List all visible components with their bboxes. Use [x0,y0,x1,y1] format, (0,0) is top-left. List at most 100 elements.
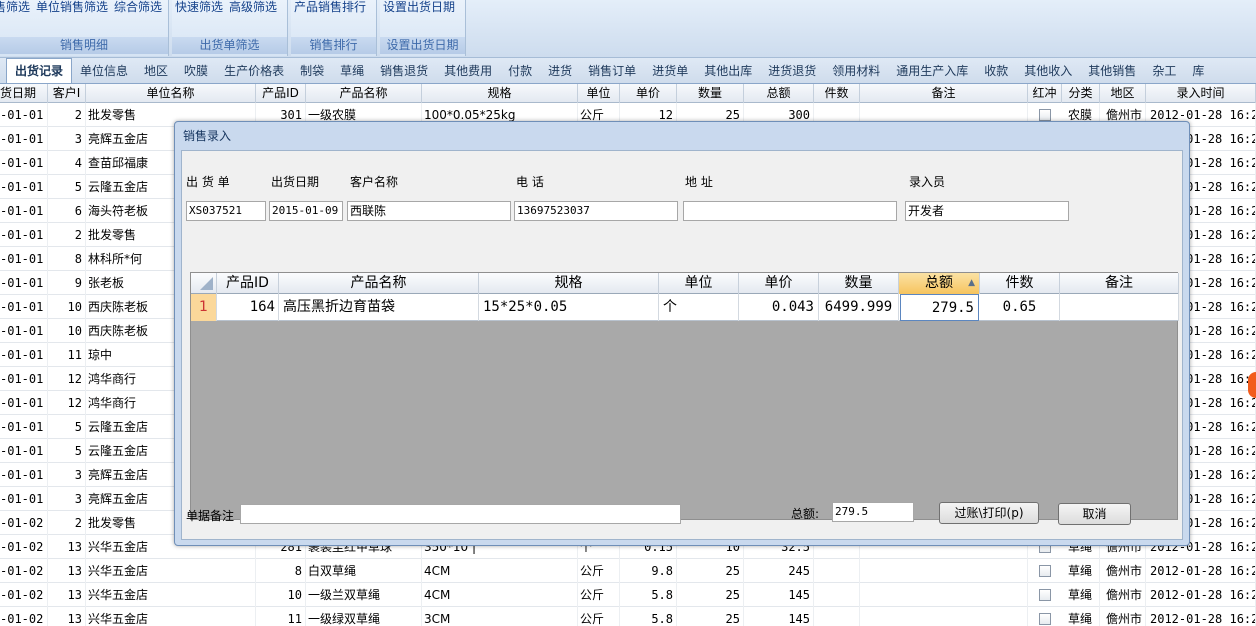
cancel-button[interactable]: 取消 [1058,503,1131,525]
post-print-button[interactable]: 过账\打印(p) [939,502,1039,524]
col-note[interactable]: 备注 [860,84,1028,103]
select-all-corner[interactable] [191,273,217,294]
col-pieces[interactable]: 件数 [814,84,860,103]
li-col-note[interactable]: 备注 [1060,273,1179,294]
li-col-price[interactable]: 单价 [739,273,819,294]
col-spec[interactable]: 规格 [422,84,578,103]
cell-name: 兴华五金店 [86,559,256,583]
label-memo: 单据备注 [186,509,235,523]
li-col-product-id[interactable]: 产品ID [217,273,279,294]
cell-cid: 10 [48,319,86,343]
li-qty[interactable]: 6499.999 [819,294,899,321]
li-col-product-name[interactable]: 产品名称 [279,273,479,294]
reversal-checkbox[interactable] [1039,613,1051,625]
tab-unit-info[interactable]: 单位信息 [72,59,136,83]
label-total: 总额: [791,507,820,521]
cell-date: -01-01 [0,487,48,511]
li-col-unit[interactable]: 单位 [659,273,739,294]
total-field[interactable]: 279.5 [832,502,914,522]
label-ship-date: 出货日期 [271,175,320,189]
tab-other-fees[interactable]: 其他费用 [436,59,500,83]
li-note[interactable] [1060,294,1179,321]
col-product-id[interactable]: 产品ID [256,84,306,103]
tab-warehouse[interactable]: 库 [1184,59,1212,83]
ribbon-button-sales-filter[interactable]: 售筛选 [0,0,30,14]
cell-date: -01-01 [0,319,48,343]
memo-field[interactable] [240,504,681,524]
table-row[interactable]: -01-02 13 兴华五金店 10 一级兰双草绳 4CM 公斤 5.8 25 145 草绳 儋州市 2… [0,583,1256,607]
tab-film-blowing[interactable]: 吹膜 [176,59,216,83]
ribbon-button-advanced-filter[interactable]: 高级筛选 [229,0,277,14]
tab-purchase-order[interactable]: 进货单 [644,59,696,83]
reversal-checkbox[interactable] [1039,109,1051,121]
operator-field[interactable]: 开发者 [905,201,1069,221]
line-item-row[interactable]: 1 164 高压黑折边育苗袋 15*25*0.05 个 0.043 6499.9… [191,294,1179,321]
label-operator: 录入员 [909,175,946,189]
ribbon-button-unit-sales-filter[interactable]: 单位销售筛选 [36,0,108,14]
col-unit-name[interactable]: 单位名称 [86,84,256,103]
li-col-total[interactable]: 总额 ▲ [899,273,980,294]
tab-other-sales[interactable]: 其他销售 [1080,59,1144,83]
ribbon-button-product-ranking[interactable]: 产品销售排行 [294,0,366,14]
col-qty[interactable]: 数量 [677,84,744,103]
cell-pid: 8 [256,559,306,583]
ribbon-button-set-date[interactable]: 设置出货日期 [383,0,455,14]
li-col-spec[interactable]: 规格 [479,273,659,294]
li-product-id[interactable]: 164 [217,294,279,321]
cell-cid: 2 [48,511,86,535]
table-row[interactable]: -01-02 13 兴华五金店 8 白双草绳 4CM 公斤 9.8 25 245 草绳 儋州市 2012… [0,559,1256,583]
col-category[interactable]: 分类 [1062,84,1100,103]
li-product-name[interactable]: 高压黑折边育苗袋 [279,294,479,321]
tab-receipts[interactable]: 收款 [976,59,1016,83]
ribbon-button-combined-filter[interactable]: 综合筛选 [114,0,162,14]
li-spec[interactable]: 15*25*0.05 [479,294,659,321]
reversal-checkbox[interactable] [1039,589,1051,601]
tab-sales-order[interactable]: 销售订单 [580,59,644,83]
col-date[interactable]: 货日期 [0,84,48,103]
tab-shipment-records[interactable]: 出货记录 [6,58,73,83]
li-col-qty[interactable]: 数量 [819,273,899,294]
side-tab-marker[interactable] [1248,372,1256,398]
ribbon-button-quick-filter[interactable]: 快速筛选 [175,0,223,14]
tab-purchase-return[interactable]: 进货退货 [760,59,824,83]
li-total[interactable]: 279.5 [900,294,979,321]
tab-straw-rope[interactable]: 草绳 [332,59,372,83]
phone-field[interactable]: 13697523037 [514,201,678,221]
cell-cid: 2 [48,103,86,127]
cell-note [860,583,1028,607]
address-field[interactable] [683,201,897,221]
tab-region[interactable]: 地区 [136,59,176,83]
reversal-checkbox[interactable] [1039,565,1051,577]
li-pieces[interactable]: 0.65 [980,294,1060,321]
cell-date: -01-02 [0,559,48,583]
cell-date: -01-02 [0,535,48,559]
table-row[interactable]: -01-02 13 兴华五金店 11 一级绿双草绳 3CM 公斤 5.8 25 145 草绳 儋州市 2… [0,607,1256,626]
label-order-no: 出 货 单 [186,175,230,189]
tab-purchase[interactable]: 进货 [540,59,580,83]
tab-sales-return[interactable]: 销售退货 [372,59,436,83]
customer-name-field[interactable]: 西联陈 [347,201,511,221]
col-reversal[interactable]: 红冲 [1028,84,1062,103]
tab-production-price[interactable]: 生产价格表 [216,59,292,83]
tab-production-inbound[interactable]: 通用生产入库 [888,59,976,83]
ribbon-group-sales-detail: 售筛选 单位销售筛选 综合筛选 销售明细 [0,0,169,56]
li-unit[interactable]: 个 [659,294,739,321]
col-region[interactable]: 地区 [1100,84,1146,103]
tab-other-income[interactable]: 其他收入 [1016,59,1080,83]
tab-other-outbound[interactable]: 其他出库 [696,59,760,83]
order-no-field[interactable]: XS037521 [186,201,266,221]
col-entry-time[interactable]: 录入时间 [1146,84,1256,103]
tab-material-use[interactable]: 领用材料 [824,59,888,83]
ship-date-field[interactable]: 2015-01-09 [269,201,343,221]
tab-misc-work[interactable]: 杂工 [1144,59,1184,83]
tab-bag-making[interactable]: 制袋 [292,59,332,83]
col-price[interactable]: 单价 [620,84,677,103]
li-price[interactable]: 0.043 [739,294,819,321]
li-col-pieces[interactable]: 件数 [980,273,1060,294]
row-index[interactable]: 1 [191,294,217,321]
tab-payment[interactable]: 付款 [500,59,540,83]
col-unit[interactable]: 单位 [578,84,620,103]
col-product-name[interactable]: 产品名称 [306,84,422,103]
col-customer-id[interactable]: 客户I [48,84,86,103]
col-total[interactable]: 总额 [744,84,814,103]
